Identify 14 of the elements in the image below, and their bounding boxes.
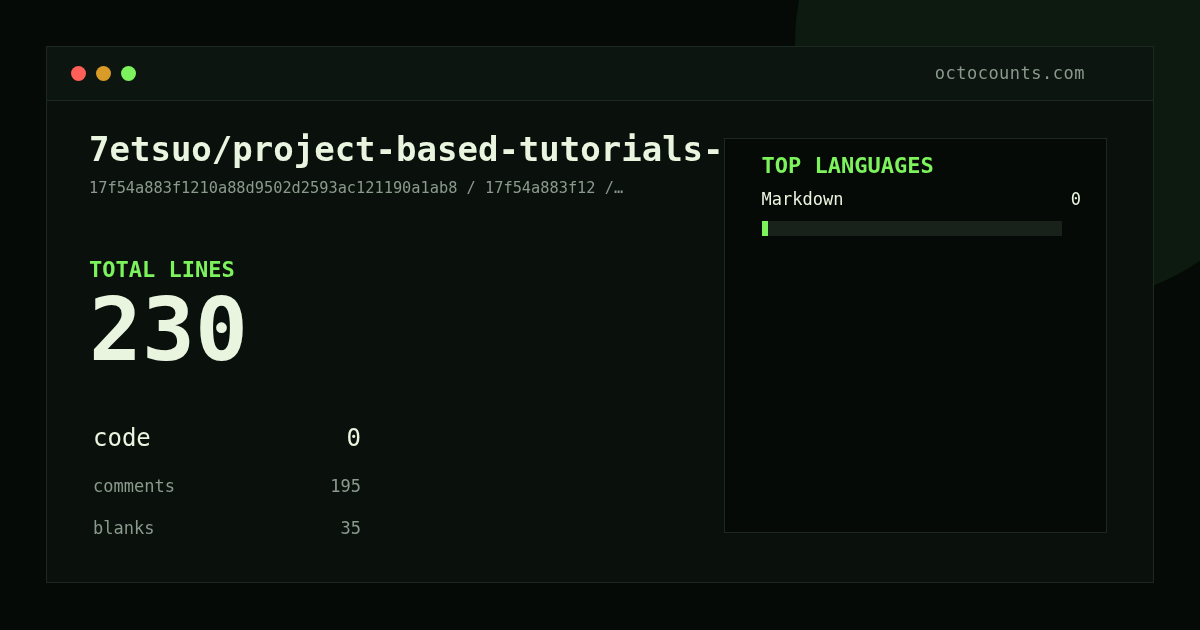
language-count: 0	[1070, 188, 1081, 211]
stat-value: 35	[340, 517, 361, 541]
stat-value: 195	[330, 475, 361, 499]
stat-value: 0	[346, 422, 361, 454]
total-lines-value: 230	[89, 281, 249, 378]
stat-label: comments	[93, 475, 175, 499]
languages-title: TOP LANGUAGES	[761, 152, 935, 180]
stat-label: code	[93, 422, 151, 454]
commit-path: 17f54a883f1210a88d9502d2593ac121190a1ab8 / 17f54a883f12 /…	[89, 178, 625, 199]
language-name: Markdown	[761, 188, 844, 211]
stat-label: blanks	[93, 517, 155, 541]
domain-label: octocounts.com	[934, 61, 1085, 85]
total-lines-label: TOTAL LINES	[89, 255, 236, 284]
repo-title: 7etsuo/project-based-tutorials-	[89, 128, 724, 171]
